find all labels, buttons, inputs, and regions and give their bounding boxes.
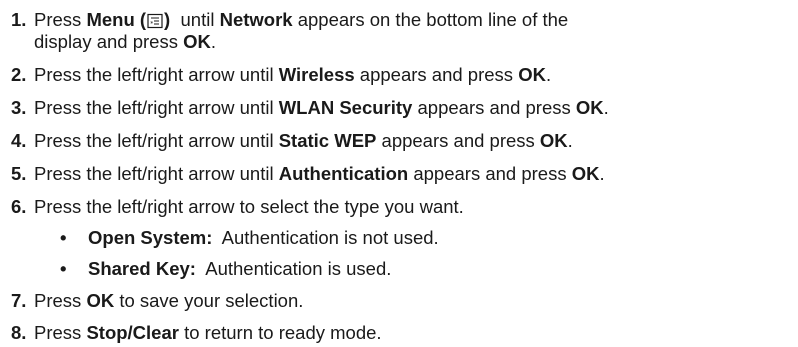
step-text: Press OK to save your selection.: [34, 290, 794, 312]
step-number: 4.: [11, 130, 27, 151]
text-segment: .: [545, 64, 552, 85]
option-text: Open System: Authentication is not used.: [88, 227, 439, 249]
ok-label: OK: [575, 97, 604, 118]
step-number: 7.: [11, 290, 27, 311]
option-description: Authentication is used.: [195, 258, 392, 279]
text-segment: .: [599, 163, 605, 184]
text-segment: Press: [34, 9, 87, 30]
text-segment: appears and press: [376, 130, 540, 151]
option-description: Authentication is not used.: [212, 227, 439, 248]
step-text: Press the left/right arrow until Authent…: [34, 163, 794, 185]
step-number: 1.: [11, 9, 27, 30]
bullet: •: [60, 227, 67, 248]
network-label: Network: [219, 9, 293, 30]
text-segment: appears on the bottom line of the: [292, 9, 569, 30]
text-segment: .: [567, 130, 573, 151]
option-label: Open System:: [88, 227, 213, 248]
text-segment: Press: [34, 322, 87, 343]
ok-label: OK: [571, 163, 600, 184]
bullet: •: [60, 258, 67, 279]
step-text: Press Stop/Clear to return to ready mode…: [34, 322, 794, 344]
step-text: Press the left/right arrow until Wireles…: [34, 64, 794, 86]
authentication-label: Authentication: [278, 163, 409, 184]
step-number: 3.: [11, 97, 27, 118]
step-number: 6.: [11, 196, 27, 217]
ok-label: OK: [86, 290, 115, 311]
text-segment: Press the left/right arrow until: [34, 130, 279, 151]
instruction-document: 1. Press Menu ( * ) until Network appear…: [0, 0, 798, 347]
text-segment: Press the left/right arrow until: [34, 97, 279, 118]
text-segment: Press the left/right arrow until: [34, 163, 279, 184]
step-text: Press the left/right arrow until WLAN Se…: [34, 97, 794, 119]
step-number: 5.: [11, 163, 27, 184]
wlan-security-label: WLAN Security: [278, 97, 413, 118]
menu-icon: *: [147, 13, 163, 29]
text-segment: appears and press: [408, 163, 572, 184]
menu-label: Menu (: [86, 9, 147, 30]
step-text: display and press OK.: [34, 31, 794, 53]
static-wep-label: Static WEP: [278, 130, 377, 151]
ok-label: OK: [518, 64, 546, 85]
step-number: 8.: [11, 322, 27, 343]
step-text: Press the left/right arrow to select the…: [34, 196, 464, 217]
text-segment: Press the left/right arrow until: [34, 64, 279, 85]
text-segment: to return to ready mode.: [178, 322, 382, 343]
text-segment: .: [210, 31, 217, 52]
text-segment: .: [603, 97, 609, 118]
text-segment: appears and press: [354, 64, 519, 85]
ok-label: OK: [183, 31, 211, 52]
ok-label: OK: [539, 130, 568, 151]
option-text: Shared Key: Authentication is used.: [88, 258, 391, 280]
wireless-label: Wireless: [278, 64, 355, 85]
stop-clear-label: Stop/Clear: [86, 322, 179, 343]
step-text: Press Menu ( * ) until Network appears o…: [34, 9, 794, 31]
text-segment: Press: [34, 290, 87, 311]
step-text: Press the left/right arrow until Static …: [34, 130, 794, 152]
step-number: 2.: [11, 64, 27, 85]
text-segment: appears and press: [412, 97, 576, 118]
svg-text:*: *: [150, 21, 153, 28]
option-label: Shared Key:: [88, 258, 196, 279]
text-segment: to save your selection.: [114, 290, 304, 311]
text-segment: display and press: [34, 31, 184, 52]
text-segment: until: [170, 9, 220, 30]
